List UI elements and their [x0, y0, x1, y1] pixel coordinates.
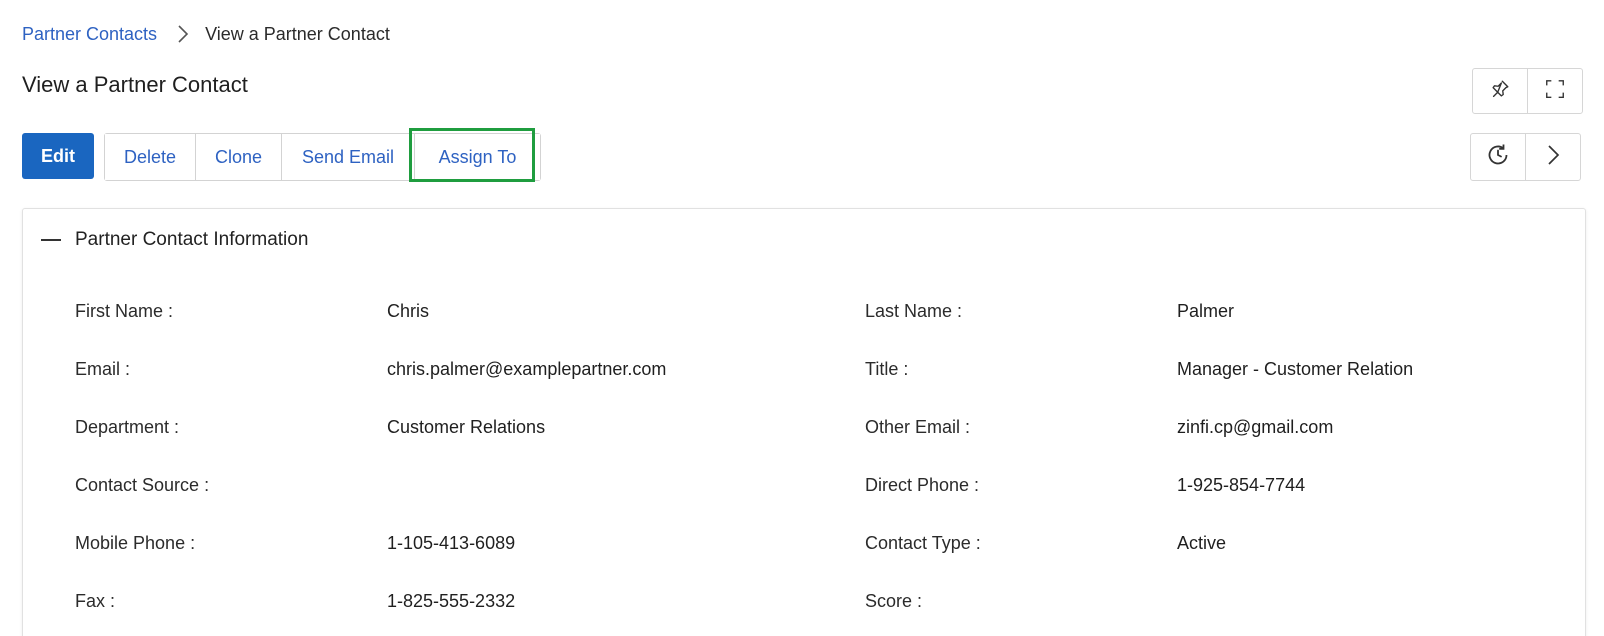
pin-button[interactable]: [1473, 69, 1527, 113]
panel-header: Partner Contact Information: [23, 209, 1585, 269]
breadcrumb: Partner Contacts View a Partner Contact: [22, 22, 390, 46]
panel-title: Partner Contact Information: [75, 229, 309, 250]
other-email-label: Other Email :: [865, 417, 971, 437]
department-value: Customer Relations: [387, 417, 546, 437]
score-label: Score :: [865, 591, 923, 611]
record-nav-controls: [1470, 133, 1581, 181]
last-name-label: Last Name :: [865, 301, 963, 321]
minus-icon: [41, 239, 61, 241]
first-name-label: First Name :: [75, 301, 174, 321]
chevron-right-icon: [177, 24, 189, 44]
other-email-value: zinfi.cp@gmail.com: [1177, 417, 1334, 437]
direct-phone-value: 1-925-854-7744: [1177, 475, 1306, 495]
fax-label: Fax :: [75, 591, 116, 611]
email-label: Email :: [75, 359, 131, 379]
page: Partner Contacts View a Partner Contact …: [0, 0, 1604, 636]
contact-type-label: Contact Type :: [865, 533, 981, 553]
history-button[interactable]: [1471, 134, 1525, 180]
email-value: chris.palmer@examplepartner.com: [387, 359, 667, 379]
mobile-phone-value: 1-105-413-6089: [387, 533, 516, 553]
mobile-phone-label: Mobile Phone :: [75, 533, 196, 553]
send-email-button[interactable]: Send Email: [281, 134, 414, 180]
partner-contact-info-panel: Partner Contact Information First Name :…: [22, 208, 1586, 636]
pin-icon: [1489, 78, 1511, 105]
direct-phone-label: Direct Phone :: [865, 475, 980, 495]
title-label: Title :: [865, 359, 909, 379]
last-name-value: Palmer: [1177, 301, 1235, 321]
next-record-button[interactable]: [1525, 134, 1580, 180]
fax-value: 1-825-555-2332: [387, 591, 516, 611]
title-value: Manager - Customer Relation: [1177, 359, 1414, 379]
view-controls: [1472, 68, 1583, 114]
action-button-group: Delete Clone Send Email Assign To: [104, 133, 541, 181]
page-title: View a Partner Contact: [22, 72, 248, 97]
delete-button[interactable]: Delete: [105, 134, 195, 180]
history-icon: [1485, 142, 1511, 173]
first-name-value: Chris: [387, 301, 430, 321]
chevron-right-icon: [1545, 143, 1561, 172]
department-label: Department :: [75, 417, 180, 437]
edit-button[interactable]: Edit: [22, 133, 94, 179]
contact-source-label: Contact Source :: [75, 475, 210, 495]
breadcrumb-current: View a Partner Contact: [205, 23, 390, 44]
fullscreen-icon: [1544, 78, 1566, 105]
breadcrumb-partner-contacts-link[interactable]: Partner Contacts: [22, 24, 157, 45]
contact-type-value: Active: [1177, 533, 1227, 553]
clone-button[interactable]: Clone: [195, 134, 281, 180]
fullscreen-button[interactable]: [1527, 69, 1582, 113]
assign-to-button[interactable]: Assign To: [414, 134, 540, 180]
